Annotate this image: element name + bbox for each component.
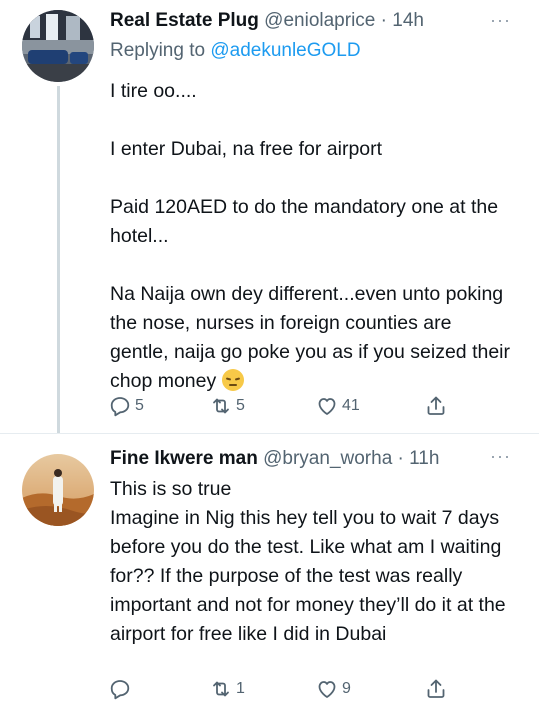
tweet-paragraph-with-emoji: Na Naija own dey different...even unto p… — [110, 280, 510, 396]
tweet-text: This is so true Imagine in Nig this hey … — [110, 475, 510, 649]
user-handle[interactable]: @bryan_worha — [263, 448, 392, 469]
tweet-line: Imagine in Nig this hey tell you to wait… — [110, 507, 506, 645]
share-icon — [427, 396, 445, 415]
more-options-icon[interactable]: ··· — [490, 446, 511, 467]
like-count: 41 — [342, 397, 360, 414]
retweet-icon — [213, 398, 229, 414]
timestamp[interactable]: · 11h — [398, 448, 440, 469]
tweet-paragraph: I enter Dubai, na free for airport — [110, 138, 383, 160]
like-button[interactable]: 41 — [315, 394, 360, 418]
retweet-count: 1 — [236, 680, 245, 697]
tweet-paragraph: I tire oo.... — [110, 80, 197, 102]
tweet-actions: 1 9 — [108, 677, 468, 703]
heart-icon — [318, 681, 336, 698]
tweet-paragraph-text: Na Naija own dey different...even unto p… — [110, 283, 511, 392]
tweet-paragraph: Paid 120AED to do the mandatory one at t… — [110, 196, 499, 247]
replying-to-label: Replying to — [110, 40, 206, 61]
share-button[interactable] — [424, 677, 448, 701]
user-handle[interactable]: @eniolaprice — [264, 10, 375, 31]
share-button[interactable] — [424, 394, 448, 418]
reply-icon — [110, 680, 130, 700]
retweet-icon — [213, 681, 229, 697]
thread-connector-line — [57, 86, 60, 433]
replying-to-handle-link[interactable]: @adekunleGOLD — [210, 40, 360, 61]
more-options-icon[interactable]: ··· — [490, 10, 511, 31]
tweet-text: I tire oo.... I enter Dubai, na free for… — [110, 77, 510, 396]
share-icon — [427, 679, 445, 698]
timestamp[interactable]: · 14h — [381, 10, 424, 31]
reply-button[interactable] — [108, 677, 135, 701]
retweet-button[interactable]: 1 — [209, 677, 245, 701]
reply-icon — [110, 397, 130, 417]
avatar-real-estate-plug[interactable] — [22, 10, 94, 82]
avatar-fine-ikwere-man[interactable] — [22, 454, 94, 526]
tweet-actions: 5 5 41 — [108, 394, 468, 420]
like-button[interactable]: 9 — [315, 677, 351, 701]
display-name[interactable]: Real Estate Plug — [110, 10, 259, 31]
replying-to: Replying to @adekunleGOLD — [110, 40, 361, 62]
retweet-button[interactable]: 5 — [209, 394, 245, 418]
tweet-header: Fine Ikwere man @bryan_worha · 11h — [110, 448, 499, 470]
tweet-real-estate-plug[interactable]: Real Estate Plug @eniolaprice · 14h ··· … — [0, 0, 539, 433]
tweet-header: Real Estate Plug @eniolaprice · 14h — [110, 10, 499, 32]
display-name[interactable]: Fine Ikwere man — [110, 448, 258, 469]
reply-count: 5 — [135, 397, 144, 414]
retweet-count: 5 — [236, 397, 245, 414]
tweet-fine-ikwere-man[interactable]: Fine Ikwere man @bryan_worha · 11h ··· T… — [0, 433, 539, 721]
tweet-line: This is so true — [110, 478, 232, 500]
pensive-face-emoji-icon — [221, 369, 244, 391]
reply-button[interactable]: 5 — [108, 394, 144, 418]
heart-icon — [318, 398, 336, 415]
like-count: 9 — [342, 680, 351, 697]
